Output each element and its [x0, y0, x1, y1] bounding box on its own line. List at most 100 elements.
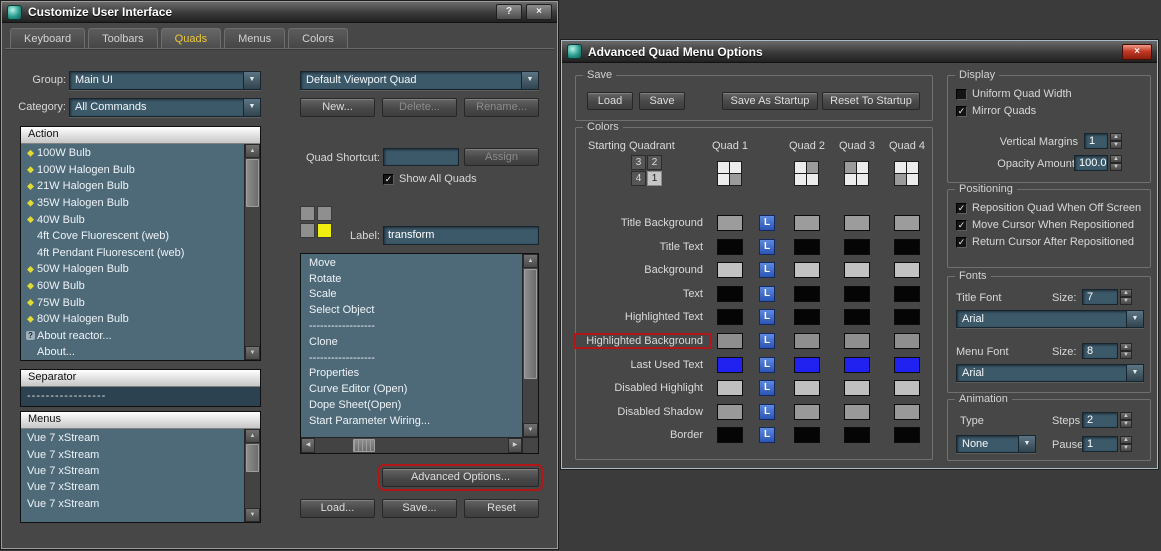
- scroll-up-icon[interactable]: ▲: [245, 429, 260, 443]
- quad1-color-swatch[interactable]: [717, 285, 743, 302]
- list-item[interactable]: Dope Sheet(Open): [301, 397, 522, 413]
- lock-button[interactable]: L: [759, 215, 775, 231]
- quad2-color-swatch[interactable]: [794, 356, 820, 373]
- titlebar[interactable]: Advanced Quad Menu Options ×: [562, 41, 1157, 63]
- separator-item[interactable]: -----------------: [21, 387, 260, 406]
- spinner-down-icon[interactable]: ▼: [1120, 444, 1132, 452]
- list-item[interactable]: 35W Halogen Bulb: [21, 195, 244, 212]
- scroll-up-icon[interactable]: ▲: [245, 144, 260, 158]
- steps-input[interactable]: 2: [1082, 412, 1118, 428]
- scroll-left-icon[interactable]: ◀: [301, 438, 315, 453]
- quad3-color-swatch[interactable]: [844, 380, 870, 397]
- uniform-quad-width-checkbox[interactable]: Uniform Quad Width: [956, 88, 1072, 100]
- move-cursor-checkbox[interactable]: ✓ Move Cursor When Repositioned: [956, 219, 1134, 231]
- save-button[interactable]: Save: [639, 92, 685, 110]
- quadrant-cell-3[interactable]: [300, 206, 315, 221]
- list-item[interactable]: Vue 7 xStream: [21, 496, 244, 512]
- quadrant-number-1-selected[interactable]: 1: [647, 171, 662, 186]
- close-button[interactable]: ×: [1122, 43, 1152, 60]
- quad4-color-swatch[interactable]: [894, 238, 920, 255]
- spinner-down-icon[interactable]: ▼: [1110, 163, 1122, 171]
- quad2-color-swatch[interactable]: [794, 309, 820, 326]
- show-all-quads-checkbox[interactable]: ✓ Show All Quads: [383, 173, 477, 185]
- quad2-color-swatch[interactable]: [794, 380, 820, 397]
- lock-button[interactable]: L: [759, 427, 775, 444]
- checkbox-box[interactable]: [956, 88, 967, 100]
- spinner-down-icon[interactable]: ▼: [1120, 420, 1132, 428]
- list-separator[interactable]: ------------------: [301, 318, 522, 334]
- spinner-down-icon[interactable]: ▼: [1120, 351, 1132, 359]
- scrollbar-thumb[interactable]: [246, 159, 259, 207]
- chevron-down-icon[interactable]: ▼: [1126, 365, 1143, 381]
- list-item[interactable]: Vue 7 xStream: [21, 430, 244, 446]
- quad-shortcut-input[interactable]: [383, 148, 459, 166]
- quadrant-number-3[interactable]: 3: [631, 155, 646, 170]
- save-button[interactable]: Save...: [382, 499, 457, 518]
- list-item[interactable]: 60W Bulb: [21, 278, 244, 295]
- checkmark-icon[interactable]: ✓: [383, 173, 394, 185]
- spinner-down-icon[interactable]: ▼: [1110, 141, 1122, 149]
- spinner-up-icon[interactable]: ▲: [1120, 412, 1132, 420]
- quad3-color-swatch[interactable]: [844, 262, 870, 279]
- quadrant-number-2[interactable]: 2: [647, 155, 662, 170]
- scroll-down-icon[interactable]: ▼: [245, 346, 260, 360]
- category-dropdown[interactable]: All Commands ▼: [69, 98, 261, 117]
- quad2-color-swatch[interactable]: [794, 285, 820, 302]
- checkmark-icon[interactable]: ✓: [956, 202, 967, 214]
- rename-button[interactable]: Rename...: [464, 98, 539, 117]
- quad1-color-swatch[interactable]: [717, 403, 743, 420]
- lock-button[interactable]: L: [759, 380, 775, 397]
- scrollbar-thumb[interactable]: [353, 439, 375, 452]
- quad1-color-swatch[interactable]: [717, 332, 743, 349]
- vertical-scrollbar[interactable]: ▲ ▼: [522, 254, 538, 437]
- spinner-up-icon[interactable]: ▲: [1120, 436, 1132, 444]
- list-item[interactable]: Curve Editor (Open): [301, 381, 522, 397]
- list-item[interactable]: About...: [21, 344, 244, 360]
- advanced-options-button[interactable]: Advanced Options...: [378, 464, 543, 491]
- list-item[interactable]: 50W Halogen Bulb: [21, 261, 244, 278]
- lock-button[interactable]: L: [759, 356, 775, 373]
- assign-button[interactable]: Assign: [464, 148, 539, 166]
- horizontal-scrollbar[interactable]: ◀ ▶: [301, 437, 538, 453]
- list-item[interactable]: Scale: [301, 287, 522, 303]
- load-button[interactable]: Load...: [300, 499, 375, 518]
- mirror-quads-checkbox[interactable]: ✓ Mirror Quads: [956, 105, 1036, 117]
- list-item[interactable]: 80W Halogen Bulb: [21, 311, 244, 328]
- vertical-scrollbar[interactable]: ▲ ▼: [244, 144, 260, 360]
- quad2-color-swatch[interactable]: [794, 215, 820, 231]
- list-item[interactable]: Start Parameter Wiring...: [301, 413, 522, 429]
- chevron-down-icon[interactable]: ▼: [521, 72, 538, 89]
- lock-button[interactable]: L: [759, 309, 775, 326]
- quad4-color-swatch[interactable]: [894, 427, 920, 444]
- scroll-right-icon[interactable]: ▶: [508, 438, 522, 453]
- quad4-color-swatch[interactable]: [894, 332, 920, 349]
- label-input[interactable]: transform: [383, 226, 539, 245]
- list-item[interactable]: Vue 7 xStream: [21, 463, 244, 479]
- quad4-color-swatch[interactable]: [894, 215, 920, 231]
- quad3-color-swatch[interactable]: [844, 356, 870, 373]
- tab-toolbars[interactable]: Toolbars: [88, 28, 158, 49]
- list-item[interactable]: Move: [301, 255, 522, 271]
- reset-to-startup-button[interactable]: Reset To Startup: [822, 92, 920, 110]
- list-separator[interactable]: ------------------: [301, 350, 522, 366]
- lock-button[interactable]: L: [759, 262, 775, 279]
- lock-button[interactable]: L: [759, 332, 775, 349]
- spinner-up-icon[interactable]: ▲: [1120, 289, 1132, 297]
- list-item[interactable]: 75W Bulb: [21, 294, 244, 311]
- list-item[interactable]: Select Object: [301, 302, 522, 318]
- quad4-color-swatch[interactable]: [894, 403, 920, 420]
- checkmark-icon[interactable]: ✓: [956, 105, 967, 117]
- quad2-color-swatch[interactable]: [794, 262, 820, 279]
- chevron-down-icon[interactable]: ▼: [1126, 311, 1143, 327]
- spinner-up-icon[interactable]: ▲: [1110, 133, 1122, 141]
- quad3-color-swatch[interactable]: [844, 403, 870, 420]
- viewport-quad-dropdown[interactable]: Default Viewport Quad ▼: [300, 71, 539, 90]
- quad4-color-swatch[interactable]: [894, 380, 920, 397]
- scrollbar-thumb[interactable]: [524, 269, 537, 379]
- opacity-amount-input[interactable]: 100.0: [1074, 155, 1108, 171]
- group-dropdown[interactable]: Main UI ▼: [69, 71, 261, 90]
- checkmark-icon[interactable]: ✓: [956, 236, 967, 248]
- quad1-color-swatch[interactable]: [717, 380, 743, 397]
- list-item[interactable]: Vue 7 xStream: [21, 479, 244, 495]
- quad1-color-swatch[interactable]: [717, 262, 743, 279]
